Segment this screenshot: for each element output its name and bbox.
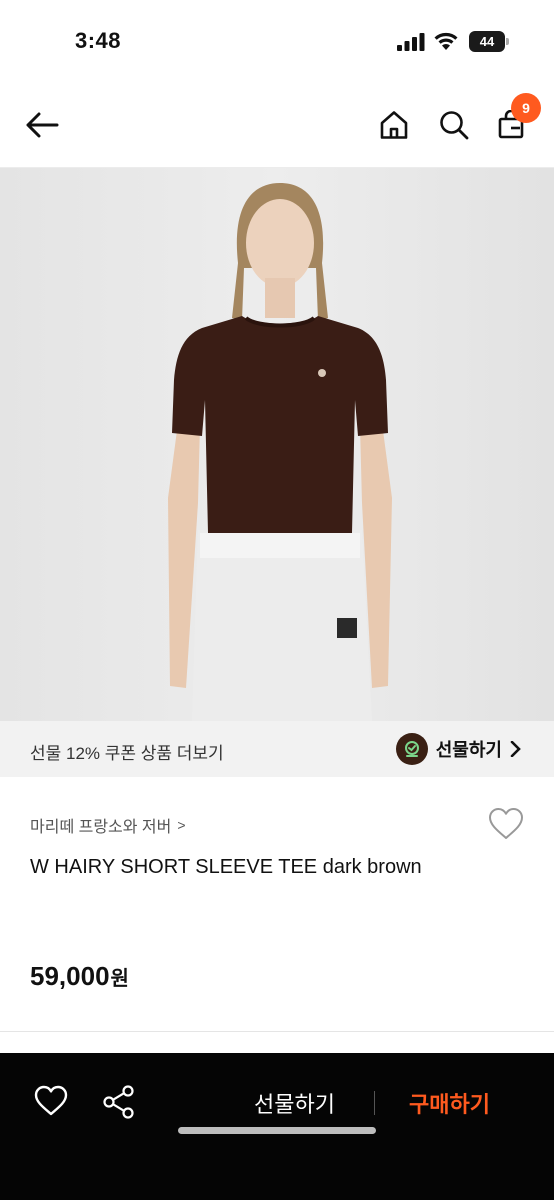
wifi-icon <box>434 32 458 50</box>
gift-link[interactable]: 선물하기 <box>395 733 522 765</box>
button-separator <box>374 1091 375 1115</box>
status-bar: 3:48 44 <box>0 0 554 84</box>
buy-button[interactable]: 구매하기 <box>409 1087 490 1119</box>
search-button[interactable] <box>434 105 474 145</box>
gift-link-label: 선물하기 <box>435 740 502 760</box>
product-image[interactable] <box>0 168 554 721</box>
chevron-right-icon <box>510 741 521 757</box>
divider <box>0 1031 554 1032</box>
product-title: W HAIRY SHORT SLEEVE TEE dark brown <box>30 856 422 878</box>
cellular-signal-icon <box>397 33 425 51</box>
back-button[interactable] <box>22 105 62 145</box>
brand-link[interactable]: 마리떼 프랑소와 저버 > <box>30 813 186 837</box>
home-indicator[interactable] <box>178 1127 376 1134</box>
share-icon[interactable] <box>103 1085 135 1119</box>
gift-icon <box>395 733 428 765</box>
price: 59,000 원 <box>30 961 129 992</box>
top-nav-bar <box>0 84 554 168</box>
back-arrow-icon <box>26 112 59 138</box>
home-icon <box>380 111 408 139</box>
brand-name: 마리떼 프랑소와 저버 <box>30 819 172 836</box>
gift-coupon-bar[interactable]: 선물 12% 쿠폰 상품 더보기 선물하기 <box>0 721 554 777</box>
model-photo <box>0 168 554 721</box>
status-time: 3:48 <box>75 28 122 53</box>
home-button[interactable] <box>374 105 414 145</box>
battery-cap <box>506 38 509 45</box>
wishlist-heart-icon[interactable] <box>488 807 524 841</box>
gift-button[interactable]: 선물하기 <box>254 1087 335 1119</box>
price-value: 59,000 <box>30 961 110 991</box>
like-heart-icon[interactable] <box>34 1085 68 1117</box>
search-icon <box>440 111 469 140</box>
brand-chevron: > <box>177 817 186 833</box>
product-info: 마리떼 프랑소와 저버 > W HAIRY SHORT SLEEVE TEE d… <box>0 777 554 1032</box>
gift-coupon-text[interactable]: 선물 12% 쿠폰 상품 더보기 <box>30 739 224 764</box>
battery-level: 44 <box>469 31 505 52</box>
battery-icon: 44 <box>469 31 509 52</box>
price-unit: 원 <box>110 968 129 990</box>
cart-count-badge: 9 <box>511 93 541 123</box>
